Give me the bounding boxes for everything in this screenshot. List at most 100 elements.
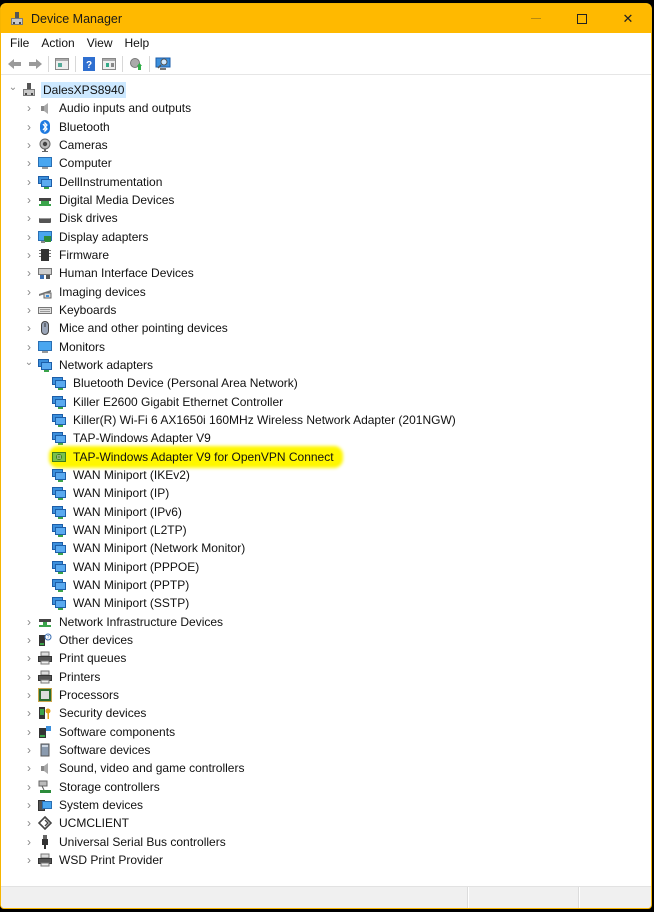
tree-category-printers[interactable]: › Printers <box>1 668 651 686</box>
chevron-right-icon[interactable]: › <box>24 670 34 684</box>
tree-category-monitors[interactable]: › Monitors <box>1 338 651 356</box>
menu-help[interactable]: Help <box>119 33 156 53</box>
tree-device-item[interactable]: WAN Miniport (IPv6) <box>1 503 651 521</box>
tree-category-dellinstrumentation[interactable]: › DellInstrumentation <box>1 173 651 191</box>
tree-device-item[interactable]: WAN Miniport (SSTP) <box>1 594 651 612</box>
show-action-pane-button[interactable] <box>99 55 119 73</box>
chevron-right-icon[interactable]: › <box>24 211 34 225</box>
chevron-right-icon[interactable]: › <box>24 321 34 335</box>
tree-item-label: Processors <box>59 687 120 702</box>
chevron-right-icon[interactable]: › <box>24 248 34 262</box>
tree-category-network-infrastructure-devices[interactable]: › Network Infrastructure Devices <box>1 613 651 631</box>
chevron-right-icon[interactable]: › <box>24 743 34 757</box>
chevron-right-icon[interactable]: › <box>24 193 34 207</box>
chevron-down-icon[interactable]: ⌄ <box>24 357 34 368</box>
svg-text:?: ? <box>47 635 50 641</box>
menu-action[interactable]: Action <box>35 33 80 53</box>
tree-category-mice-and-other-pointing-devices[interactable]: › Mice and other pointing devices <box>1 319 651 337</box>
tree-category-bluetooth[interactable]: › Bluetooth <box>1 118 651 136</box>
tree-category-network-adapters[interactable]: ⌄ Network adapters <box>1 356 651 374</box>
chevron-right-icon[interactable]: › <box>24 816 34 830</box>
tree-root-computer[interactable]: ⌄ DalesXPS8940 <box>1 81 651 99</box>
chevron-right-icon[interactable]: › <box>24 615 34 629</box>
chevron-right-icon[interactable]: › <box>24 725 34 739</box>
chevron-right-icon[interactable]: › <box>24 633 34 647</box>
chevron-right-icon[interactable]: › <box>24 101 34 115</box>
tree-device-item[interactable]: Killer E2600 Gigabit Ethernet Controller <box>1 393 651 411</box>
tree-category-print-queues[interactable]: › Print queues <box>1 649 651 667</box>
processor-icon <box>38 687 52 702</box>
hid-icon <box>38 266 52 280</box>
tree-category-ucmclient[interactable]: › UCMCLIENT <box>1 814 651 832</box>
tree-category-cameras[interactable]: › Cameras <box>1 136 651 154</box>
show-hide-console-tree-button[interactable] <box>52 55 72 73</box>
forward-button[interactable] <box>25 55 45 73</box>
chevron-right-icon[interactable]: › <box>24 780 34 794</box>
chevron-down-icon[interactable]: ⌄ <box>8 82 18 93</box>
tree-category-computer[interactable]: › Computer <box>1 154 651 172</box>
chevron-right-icon[interactable]: › <box>24 230 34 244</box>
tree-device-item[interactable]: TAP-Windows Adapter V9 for OpenVPN Conne… <box>1 448 651 466</box>
tree-category-security-devices[interactable]: › Security devices <box>1 704 651 722</box>
tree-device-item[interactable]: WAN Miniport (IP) <box>1 484 651 502</box>
device-tree[interactable]: ⌄ DalesXPS8940 › Audio inputs and outputs › B… <box>1 78 651 886</box>
tree-category-display-adapters[interactable]: › Display adapters <box>1 228 651 246</box>
status-pane <box>468 887 579 908</box>
tree-device-item[interactable]: Bluetooth Device (Personal Area Network) <box>1 374 651 392</box>
chevron-right-icon[interactable]: › <box>24 761 34 775</box>
chevron-right-icon[interactable]: › <box>24 303 34 317</box>
menu-view[interactable]: View <box>81 33 119 53</box>
tree-category-software-components[interactable]: › Software components <box>1 722 651 740</box>
tree-category-imaging-devices[interactable]: › Imaging devices <box>1 283 651 301</box>
scan-hardware-button[interactable] <box>153 55 173 73</box>
chevron-right-icon[interactable]: › <box>24 651 34 665</box>
tree-device-item[interactable]: Killer(R) Wi-Fi 6 AX1650i 160MHz Wireles… <box>1 411 651 429</box>
tree-category-universal-serial-bus-controllers[interactable]: › Universal Serial Bus controllers <box>1 832 651 850</box>
update-driver-button[interactable] <box>126 55 146 73</box>
tree-category-system-devices[interactable]: › System devices <box>1 796 651 814</box>
tree-category-software-devices[interactable]: › Software devices <box>1 741 651 759</box>
title-bar[interactable]: Device Manager ✕ <box>1 4 651 33</box>
tree-category-storage-controllers[interactable]: › Storage controllers <box>1 777 651 795</box>
chevron-right-icon[interactable]: › <box>24 285 34 299</box>
tree-category-keyboards[interactable]: › Keyboards <box>1 301 651 319</box>
tree-device-item[interactable]: WAN Miniport (Network Monitor) <box>1 539 651 557</box>
tree-device-item[interactable]: WAN Miniport (L2TP) <box>1 521 651 539</box>
tree-device-item[interactable]: TAP-Windows Adapter V9 <box>1 429 651 447</box>
chevron-right-icon[interactable]: › <box>24 835 34 849</box>
minimize-button[interactable] <box>513 4 559 33</box>
menu-file[interactable]: File <box>4 33 35 53</box>
device-manager-window: Device Manager ✕ File Action View Help ? <box>0 3 652 909</box>
help-button[interactable]: ? <box>79 55 99 73</box>
tree-item-label: TAP-Windows Adapter V9 for OpenVPN Conne… <box>73 449 334 464</box>
chevron-right-icon[interactable]: › <box>24 688 34 702</box>
tree-device-item[interactable]: WAN Miniport (PPPOE) <box>1 558 651 576</box>
chevron-right-icon[interactable]: › <box>24 706 34 720</box>
back-button[interactable] <box>5 55 25 73</box>
tree-category-human-interface-devices[interactable]: › Human Interface Devices <box>1 264 651 282</box>
tree-category-other-devices[interactable]: ›? Other devices <box>1 631 651 649</box>
tree-category-disk-drives[interactable]: › Disk drives <box>1 209 651 227</box>
chevron-right-icon[interactable]: › <box>24 798 34 812</box>
tree-category-audio-inputs-and-outputs[interactable]: › Audio inputs and outputs <box>1 99 651 117</box>
chevron-right-icon[interactable]: › <box>24 156 34 170</box>
tree-category-digital-media-devices[interactable]: › Digital Media Devices <box>1 191 651 209</box>
monitor-icon <box>38 340 52 354</box>
tree-device-item[interactable]: WAN Miniport (IKEv2) <box>1 466 651 484</box>
tree-category-wsd-print-provider[interactable]: › WSD Print Provider <box>1 851 651 869</box>
close-button[interactable]: ✕ <box>605 4 651 33</box>
tree-category-processors[interactable]: › Processors <box>1 686 651 704</box>
tree-category-firmware[interactable]: › Firmware <box>1 246 651 264</box>
chevron-right-icon[interactable]: › <box>24 175 34 189</box>
chevron-right-icon[interactable]: › <box>24 266 34 280</box>
chevron-right-icon[interactable]: › <box>24 853 34 867</box>
chevron-right-icon[interactable]: › <box>24 120 34 134</box>
bluetooth-icon <box>38 119 52 134</box>
security-device-icon <box>38 706 52 720</box>
chevron-right-icon[interactable]: › <box>24 138 34 152</box>
chevron-right-icon[interactable]: › <box>24 340 34 354</box>
maximize-button[interactable] <box>559 4 605 33</box>
forward-arrow-icon <box>29 58 42 69</box>
tree-device-item[interactable]: WAN Miniport (PPTP) <box>1 576 651 594</box>
tree-category-sound-video-and-game-controllers[interactable]: › Sound, video and game controllers <box>1 759 651 777</box>
